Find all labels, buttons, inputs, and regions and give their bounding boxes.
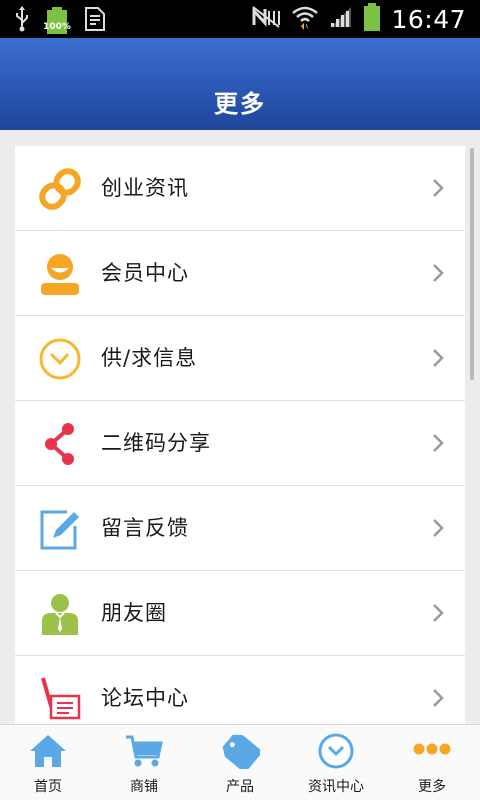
menu-item-startup-news[interactable]: 创业资讯 [15, 146, 465, 231]
chevron-right-icon [431, 603, 445, 623]
chevron-right-icon [431, 178, 445, 198]
battery-icon [363, 3, 381, 35]
menu-item-qr-share[interactable]: 二维码分享 [15, 401, 465, 486]
edit-note-icon [37, 506, 83, 552]
wifi-icon [291, 4, 319, 34]
chevron-right-icon [431, 688, 445, 708]
clock-icon [316, 733, 356, 769]
menu-item-label: 会员中心 [101, 261, 189, 285]
menu-item-label: 创业资讯 [101, 176, 189, 200]
status-right-icons: 16:47 [251, 3, 466, 35]
app-header: 更多 [0, 38, 480, 130]
battery-percent-text: 100% [43, 22, 71, 32]
share-icon [37, 421, 83, 467]
link-chain-icon [37, 166, 83, 212]
document-icon [84, 6, 106, 36]
tab-news-center[interactable]: 资讯中心 [288, 725, 384, 800]
sale-tag-icon [220, 733, 263, 774]
menu-item-label: 二维码分享 [101, 431, 211, 455]
friend-person-icon [37, 591, 83, 637]
chevron-right-icon [431, 348, 445, 368]
cart-icon [124, 733, 164, 769]
tab-label: 产品 [226, 779, 254, 795]
menu-item-label: 论坛中心 [101, 686, 189, 710]
usb-icon [14, 6, 30, 36]
menu-item-label: 朋友圈 [101, 601, 167, 625]
tab-shops[interactable]: 商铺 [96, 725, 192, 800]
status-left-icons: 100% [14, 6, 106, 36]
tab-home[interactable]: 首页 [0, 725, 96, 800]
chevron-right-icon [431, 433, 445, 453]
page-title: 更多 [214, 90, 266, 118]
battery-full-icon: 100% [43, 7, 71, 35]
tab-products[interactable]: 产品 [192, 725, 288, 800]
more-dots-icon [412, 733, 452, 769]
scrollbar[interactable] [470, 148, 474, 380]
home-icon [28, 733, 68, 769]
tab-more[interactable]: 更多 [384, 725, 480, 800]
menu-item-label: 留言反馈 [101, 516, 189, 540]
menu-item-feedback[interactable]: 留言反馈 [15, 486, 465, 571]
muted-notification-icon [251, 5, 281, 33]
menu-item-label: 供/求信息 [101, 346, 198, 370]
bottom-tab-bar: 首页 商铺 产品 资讯中心 更多 [0, 724, 480, 800]
menu-item-supply-demand[interactable]: 供/求信息 [15, 316, 465, 401]
tab-label: 商铺 [130, 779, 158, 795]
member-person-icon [37, 251, 83, 297]
menu-item-moments[interactable]: 朋友圈 [15, 571, 465, 656]
menu-item-member-center[interactable]: 会员中心 [15, 231, 465, 316]
tab-label: 更多 [418, 779, 446, 795]
signal-icon [329, 5, 353, 33]
tab-label: 首页 [34, 779, 62, 795]
forum-pen-icon [37, 676, 83, 722]
tab-label: 资讯中心 [308, 779, 364, 795]
clock-icon [37, 336, 83, 382]
chevron-right-icon [431, 518, 445, 538]
status-bar: 100% 16:47 [0, 0, 480, 38]
menu-list: 创业资讯 会员中心 供/求信息 二维码分享 留言反馈 朋友圈 论坛中心 [15, 146, 465, 741]
chevron-right-icon [431, 263, 445, 283]
clock-time: 16:47 [391, 4, 466, 34]
